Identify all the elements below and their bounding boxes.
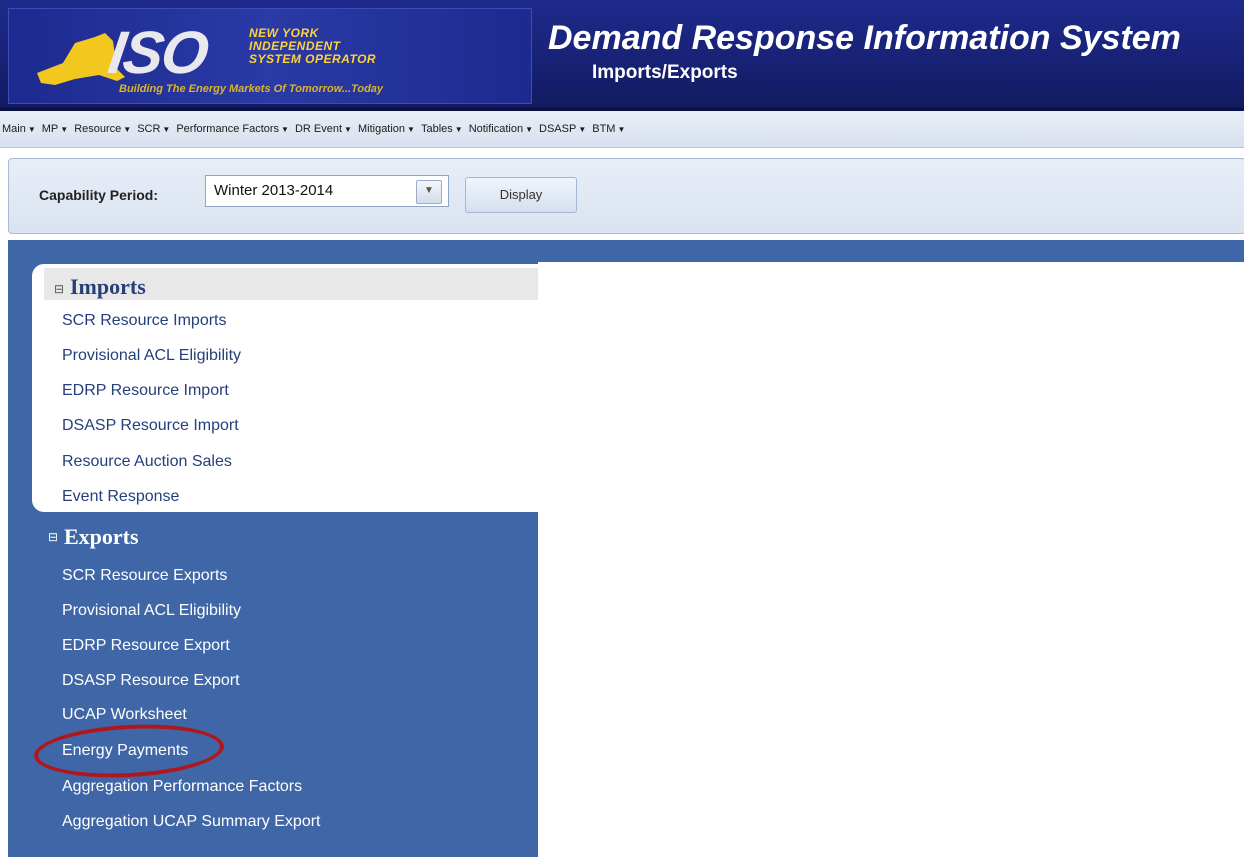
- capability-period-label: Capability Period:: [39, 187, 159, 203]
- nav-link-ucap-worksheet[interactable]: UCAP Worksheet: [62, 706, 187, 724]
- menu-mitigation[interactable]: Mitigation ▼: [358, 121, 415, 137]
- menu-btm[interactable]: BTM ▼: [592, 121, 625, 137]
- chevron-down-icon: ▼: [162, 125, 171, 134]
- nav-link-dsasp-resource-import[interactable]: DSASP Resource Import: [62, 417, 239, 435]
- nav-link-edrp-resource-export[interactable]: EDRP Resource Export: [62, 637, 230, 655]
- nav-link-provisional-acl-eligibility-export[interactable]: Provisional ACL Eligibility: [62, 602, 241, 620]
- imports-title: Imports: [70, 274, 146, 299]
- menu-notification[interactable]: Notification ▼: [469, 121, 533, 137]
- menu-dr-event[interactable]: DR Event ▼: [295, 121, 352, 137]
- app-title: Demand Response Information System: [548, 19, 1181, 57]
- nav-link-aggregation-ucap-summary-export[interactable]: Aggregation UCAP Summary Export: [62, 813, 320, 831]
- nav-top-strip: [8, 240, 1244, 262]
- capability-toolbar: Capability Period: Winter 2013-2014 ▼ Di…: [8, 158, 1244, 234]
- collapse-icon[interactable]: ⊟: [48, 530, 58, 544]
- main-menubar: Main ▼ MP ▼ Resource ▼ SCR ▼ Performance Fac…: [0, 111, 1244, 148]
- menu-performance-factors[interactable]: Performance Factors ▼: [176, 121, 289, 137]
- imports-panel: ⊟ Imports SCR Resource Imports Provision…: [32, 264, 538, 512]
- menu-dsasp[interactable]: DSASP ▼: [539, 121, 586, 137]
- chevron-down-icon: ▼: [454, 125, 463, 134]
- chevron-down-icon: ▼: [344, 125, 352, 134]
- menu-tables[interactable]: Tables ▼: [421, 121, 463, 137]
- nav-link-dsasp-resource-export[interactable]: DSASP Resource Export: [62, 672, 240, 690]
- nav-link-scr-resource-exports[interactable]: SCR Resource Exports: [62, 567, 227, 585]
- chevron-down-icon: ▼: [578, 125, 587, 134]
- chevron-down-icon: ▼: [525, 125, 534, 134]
- logo-subtitle: NEW YORK INDEPENDENT SYSTEM OPERATOR: [249, 26, 377, 66]
- display-button[interactable]: Display: [465, 177, 577, 213]
- nav-link-event-response[interactable]: Event Response: [62, 488, 179, 506]
- nav-link-aggregation-performance-factors[interactable]: Aggregation Performance Factors: [62, 778, 302, 796]
- capability-period-value: Winter 2013-2014: [214, 182, 334, 199]
- page-subtitle: Imports/Exports: [592, 62, 738, 83]
- exports-title: Exports: [64, 524, 139, 549]
- nav-link-provisional-acl-eligibility-import[interactable]: Provisional ACL Eligibility: [62, 347, 241, 365]
- logo-text: ISO: [104, 19, 212, 86]
- logo-tagline: Building The Energy Markets Of Tomorrow.…: [119, 83, 384, 95]
- chevron-down-icon: ▼: [27, 125, 36, 134]
- imports-header[interactable]: ⊟ Imports: [44, 268, 538, 300]
- nav-link-scr-resource-imports[interactable]: SCR Resource Imports: [62, 312, 227, 330]
- chevron-down-icon: ▼: [281, 125, 289, 134]
- highlight-annotation: [32, 720, 226, 782]
- capability-period-select[interactable]: Winter 2013-2014 ▼: [205, 175, 449, 207]
- menu-main[interactable]: Main ▼: [2, 121, 36, 137]
- menu-scr[interactable]: SCR ▼: [137, 121, 170, 137]
- chevron-down-icon: ▼: [60, 125, 69, 134]
- nav-link-resource-auction-sales[interactable]: Resource Auction Sales: [62, 453, 232, 471]
- chevron-down-icon[interactable]: ▼: [416, 180, 442, 204]
- chevron-down-icon: ▼: [407, 125, 415, 134]
- menu-resource[interactable]: Resource ▼: [74, 121, 131, 137]
- nyiso-logo: ISO NEW YORK INDEPENDENT SYSTEM OPERATOR…: [8, 8, 532, 104]
- menu-mp[interactable]: MP ▼: [42, 121, 68, 137]
- header-banner: ISO NEW YORK INDEPENDENT SYSTEM OPERATOR…: [0, 0, 1244, 111]
- chevron-down-icon: ▼: [123, 125, 132, 134]
- exports-header[interactable]: ⊟ Exports: [44, 522, 524, 552]
- collapse-icon[interactable]: ⊟: [54, 282, 64, 296]
- nav-link-edrp-resource-import[interactable]: EDRP Resource Import: [62, 382, 229, 400]
- chevron-down-icon: ▼: [617, 125, 626, 134]
- imports-exports-nav: ⊟ Imports SCR Resource Imports Provision…: [8, 262, 538, 857]
